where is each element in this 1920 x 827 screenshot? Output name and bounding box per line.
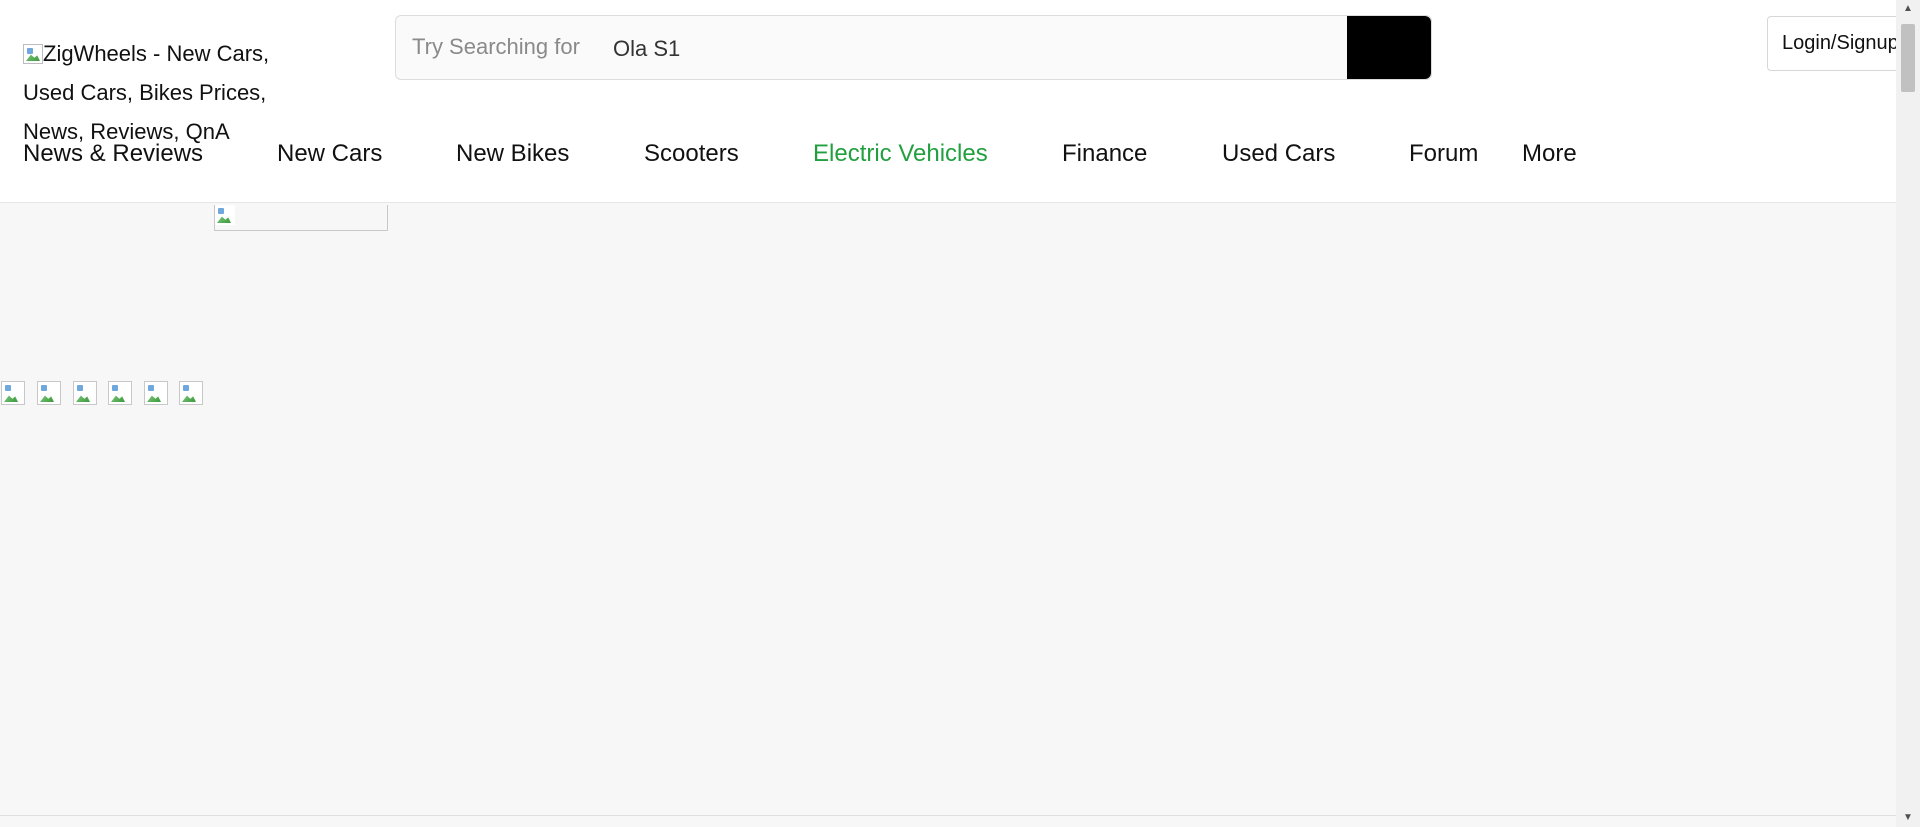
broken-image-icon bbox=[37, 381, 61, 405]
broken-image-icon bbox=[215, 205, 235, 225]
thumbnail-image[interactable] bbox=[37, 381, 64, 405]
broken-image-icon bbox=[1, 381, 25, 405]
broken-image-icon bbox=[179, 381, 203, 405]
nav-item-scooters[interactable]: Scooters bbox=[644, 137, 739, 171]
nav-item-more[interactable]: More bbox=[1522, 137, 1577, 171]
nav-item-finance[interactable]: Finance bbox=[1062, 137, 1147, 171]
nav-item-news-reviews[interactable]: News & Reviews bbox=[23, 137, 203, 171]
vertical-scrollbar[interactable]: ▲ ▼ bbox=[1896, 0, 1920, 827]
scrollbar-thumb[interactable] bbox=[1901, 24, 1915, 92]
search-button[interactable] bbox=[1347, 16, 1431, 79]
thumbnail-image[interactable] bbox=[179, 381, 206, 405]
nav-item-new-cars[interactable]: New Cars bbox=[277, 137, 382, 171]
site-logo[interactable]: ZigWheels - New Cars, Used Cars, Bikes P… bbox=[23, 34, 313, 151]
nav-item-used-cars[interactable]: Used Cars bbox=[1222, 137, 1335, 171]
footer-divider bbox=[0, 815, 1896, 816]
thumbnail-image[interactable] bbox=[144, 381, 171, 405]
banner-image[interactable] bbox=[214, 205, 388, 231]
nav-item-new-bikes[interactable]: New Bikes bbox=[456, 137, 569, 171]
scroll-down-arrow-icon[interactable]: ▼ bbox=[1896, 809, 1920, 827]
main-nav: News & Reviews New Cars New Bikes Scoote… bbox=[0, 137, 1896, 173]
site-header: ZigWheels - New Cars, Used Cars, Bikes P… bbox=[0, 0, 1907, 203]
logo-alt-text: ZigWheels - New Cars, Used Cars, Bikes P… bbox=[23, 41, 270, 144]
search-bar: Try Searching for bbox=[395, 15, 1432, 80]
broken-image-icon bbox=[108, 381, 132, 405]
broken-image-icon bbox=[23, 44, 43, 64]
search-prefix-label: Try Searching for bbox=[412, 34, 580, 59]
login-signup-button[interactable]: Login/Signup bbox=[1767, 16, 1907, 71]
nav-item-electric-vehicles[interactable]: Electric Vehicles bbox=[813, 137, 988, 171]
thumbnail-image[interactable] bbox=[73, 381, 100, 405]
thumbnail-image[interactable] bbox=[108, 381, 135, 405]
thumbnail-image[interactable] bbox=[1, 381, 28, 405]
nav-item-forum[interactable]: Forum bbox=[1409, 137, 1478, 171]
broken-image-icon bbox=[144, 381, 168, 405]
scroll-up-arrow-icon[interactable]: ▲ bbox=[1896, 0, 1920, 18]
broken-image-icon bbox=[73, 381, 97, 405]
search-input[interactable] bbox=[613, 34, 1313, 64]
